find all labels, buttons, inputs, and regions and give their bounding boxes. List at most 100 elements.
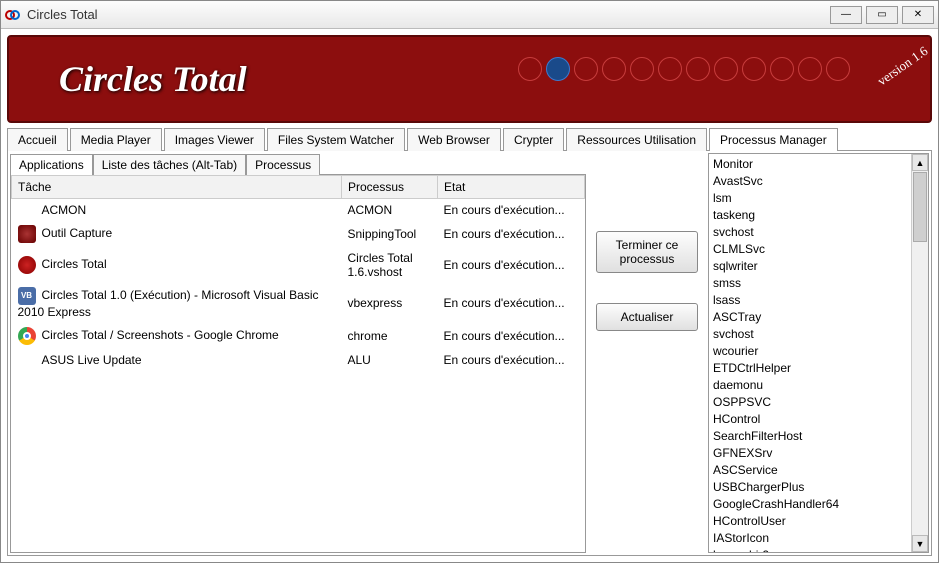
list-item[interactable]: HControl: [713, 411, 907, 428]
tab-media-player[interactable]: Media Player: [70, 128, 162, 151]
app-icon: [5, 7, 21, 23]
smiley-icon: [574, 57, 598, 81]
smiley-row: [518, 57, 850, 81]
scroll-up-button[interactable]: ▲: [912, 154, 928, 171]
tab-files-system-watcher[interactable]: Files System Watcher: [267, 128, 405, 151]
scroll-thumb[interactable]: [913, 172, 927, 242]
scrollbar[interactable]: ▲ ▼: [911, 154, 928, 552]
tab-images-viewer[interactable]: Images Viewer: [164, 128, 265, 151]
list-item[interactable]: CLMLSvc: [713, 241, 907, 258]
content-area: ApplicationsListe des tâches (Alt-Tab)Pr…: [7, 150, 932, 556]
table-row[interactable]: Circles Total Circles Total 1.6.vshostEn …: [12, 247, 585, 283]
list-item[interactable]: ETDCtrlHelper: [713, 360, 907, 377]
process-label: chrome: [342, 323, 438, 349]
col-process[interactable]: Processus: [342, 176, 438, 199]
scroll-track[interactable]: [912, 243, 928, 535]
list-item[interactable]: OSPPSVC: [713, 394, 907, 411]
state-label: En cours d'exécution...: [438, 349, 585, 371]
tab-accueil[interactable]: Accueil: [7, 128, 68, 151]
close-button[interactable]: ✕: [902, 6, 934, 24]
refresh-button[interactable]: Actualiser: [596, 303, 698, 331]
applications-table[interactable]: Tâche Processus Etat ACMONACMONEn cours …: [10, 174, 586, 553]
list-item[interactable]: ASCService: [713, 462, 907, 479]
chrome-icon: [18, 327, 36, 345]
state-label: En cours d'exécution...: [438, 199, 585, 222]
subtab-applications[interactable]: Applications: [10, 154, 93, 175]
list-item[interactable]: sqlwriter: [713, 258, 907, 275]
left-panel: ApplicationsListe des tâches (Alt-Tab)Pr…: [8, 151, 588, 555]
smiley-icon: [714, 57, 738, 81]
process-label: SnippingTool: [342, 221, 438, 247]
vb-icon: VB: [18, 287, 36, 305]
smiley-icon: [742, 57, 766, 81]
list-item[interactable]: lsm: [713, 190, 907, 207]
task-label: ASUS Live Update: [42, 353, 142, 367]
task-label: Circles Total 1.0 (Exécution) - Microsof…: [18, 288, 319, 319]
smiley-icon: [826, 57, 850, 81]
process-label: vbexpress: [342, 283, 438, 323]
list-item[interactable]: Monitor: [713, 156, 907, 173]
list-item[interactable]: HControlUser: [713, 513, 907, 530]
list-item[interactable]: smss: [713, 275, 907, 292]
smiley-icon: [546, 57, 570, 81]
list-item[interactable]: GFNEXSrv: [713, 445, 907, 462]
subtab-processus[interactable]: Processus: [246, 154, 320, 175]
task-label: Circles Total / Screenshots - Google Chr…: [42, 328, 279, 342]
state-label: En cours d'exécution...: [438, 283, 585, 323]
minimize-button[interactable]: —: [830, 6, 862, 24]
smiley-icon: [770, 57, 794, 81]
list-item[interactable]: svchost: [713, 224, 907, 241]
table-row[interactable]: ACMONACMONEn cours d'exécution...: [12, 199, 585, 222]
list-item[interactable]: SearchFilterHost: [713, 428, 907, 445]
list-item[interactable]: IAStorIcon: [713, 530, 907, 547]
table-row[interactable]: VBCircles Total 1.0 (Exécution) - Micros…: [12, 283, 585, 323]
process-list[interactable]: MonitorAvastSvclsmtaskengsvchostCLMLSvcs…: [709, 154, 911, 552]
list-item[interactable]: taskeng: [713, 207, 907, 224]
version-label: version 1.6: [875, 43, 932, 89]
list-item[interactable]: USBChargerPlus: [713, 479, 907, 496]
task-label: Circles Total: [42, 257, 107, 271]
tab-ressources-utilisation[interactable]: Ressources Utilisation: [566, 128, 707, 151]
list-item[interactable]: daemonu: [713, 377, 907, 394]
circles-icon: [18, 256, 36, 274]
list-item[interactable]: GoogleCrashHandler64: [713, 496, 907, 513]
smiley-icon: [630, 57, 654, 81]
window-title: Circles Total: [27, 7, 826, 22]
action-panel: Terminer ce processus Actualiser: [588, 151, 706, 555]
subtab-liste-des-t-ches-alt-tab-[interactable]: Liste des tâches (Alt-Tab): [93, 154, 246, 175]
state-label: En cours d'exécution...: [438, 221, 585, 247]
header-banner: Circles Total version 1.6: [7, 35, 932, 123]
process-label: ALU: [342, 349, 438, 371]
state-label: En cours d'exécution...: [438, 323, 585, 349]
tab-processus-manager[interactable]: Processus Manager: [709, 128, 838, 151]
smiley-icon: [798, 57, 822, 81]
tab-crypter[interactable]: Crypter: [503, 128, 564, 151]
table-row[interactable]: ASUS Live Update ALUEn cours d'exécution.…: [12, 349, 585, 371]
col-task[interactable]: Tâche: [12, 176, 342, 199]
scroll-down-button[interactable]: ▼: [912, 535, 928, 552]
app-window: Circles Total — ▭ ✕ Circles Total versio…: [0, 0, 939, 563]
list-item[interactable]: ASCTray: [713, 309, 907, 326]
list-item[interactable]: hamachi-2: [713, 547, 907, 552]
sub-tabstrip: ApplicationsListe des tâches (Alt-Tab)Pr…: [10, 153, 586, 174]
process-label: ACMON: [342, 199, 438, 222]
task-label: Outil Capture: [42, 226, 113, 240]
snip-icon: [18, 225, 36, 243]
terminate-process-button[interactable]: Terminer ce processus: [596, 231, 698, 273]
process-label: Circles Total 1.6.vshost: [342, 247, 438, 283]
list-item[interactable]: lsass: [713, 292, 907, 309]
state-label: En cours d'exécution...: [438, 247, 585, 283]
app-logo-text: Circles Total: [59, 58, 247, 100]
tab-web-browser[interactable]: Web Browser: [407, 128, 501, 151]
table-row[interactable]: Circles Total / Screenshots - Google Chr…: [12, 323, 585, 349]
col-state[interactable]: Etat: [438, 176, 585, 199]
list-item[interactable]: AvastSvc: [713, 173, 907, 190]
list-item[interactable]: svchost: [713, 326, 907, 343]
smiley-icon: [686, 57, 710, 81]
table-row[interactable]: Outil Capture SnippingToolEn cours d'exéc…: [12, 221, 585, 247]
task-label: ACMON: [42, 203, 87, 217]
smiley-icon: [602, 57, 626, 81]
smiley-icon: [658, 57, 682, 81]
maximize-button[interactable]: ▭: [866, 6, 898, 24]
list-item[interactable]: wcourier: [713, 343, 907, 360]
